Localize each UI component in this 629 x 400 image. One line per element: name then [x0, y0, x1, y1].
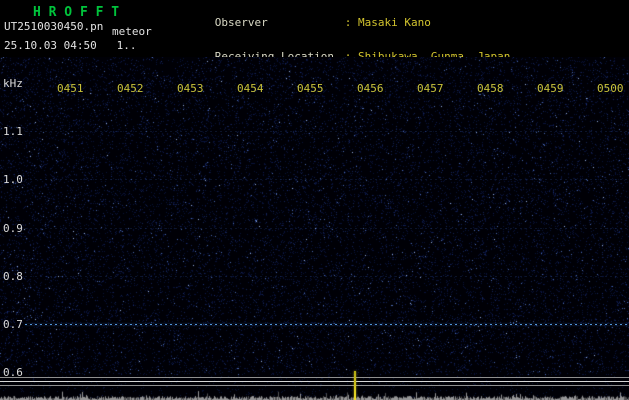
time-tick-label: 0451 [57, 82, 84, 95]
time-tick-label: 0452 [117, 82, 144, 95]
freq-tick-label: 0.8 [3, 270, 23, 283]
time-tick-label: 0454 [237, 82, 264, 95]
gridline-0_8khz [25, 276, 629, 277]
gridline-0_9khz [25, 228, 629, 229]
info-row-observer: Observer: Masaki Kano [175, 5, 563, 40]
freq-tick-label: 1.1 [3, 125, 23, 138]
level-strip-separator [0, 377, 629, 378]
time-tick-label: 0459 [537, 82, 564, 95]
meteor-echo-spike [354, 371, 356, 400]
info-value: : Masaki Kano [345, 16, 431, 29]
freq-tick-label: 1.0 [3, 173, 23, 186]
time-tick-label: 0456 [357, 82, 384, 95]
time-tick-label: 0453 [177, 82, 204, 95]
gridline-1_1khz [25, 131, 629, 132]
time-tick-label: 0500 [597, 82, 624, 95]
observation-datetime: 25.10.03 04:50 1.. [4, 39, 136, 52]
level-strip-separator [0, 385, 629, 386]
time-tick-label: 0455 [297, 82, 324, 95]
info-label: Observer [215, 17, 345, 29]
level-strip-separator [0, 381, 629, 382]
gridline-1_0khz [25, 179, 629, 180]
output-filename: UT2510030450.pn [4, 20, 103, 33]
freq-tick-label: 0.9 [3, 222, 23, 235]
freq-axis-unit: kHz [3, 77, 23, 90]
freq-tick-label: 0.7 [3, 318, 23, 331]
hrofft-output-screen: H R O F F T UT2510030450.pn meteor 25.10… [0, 0, 629, 400]
app-title: H R O F F T [33, 5, 119, 20]
carrier-line-0_7khz [25, 324, 629, 325]
time-tick-label: 0457 [417, 82, 444, 95]
time-tick-label: 0458 [477, 82, 504, 95]
station-name: meteor [112, 25, 152, 38]
